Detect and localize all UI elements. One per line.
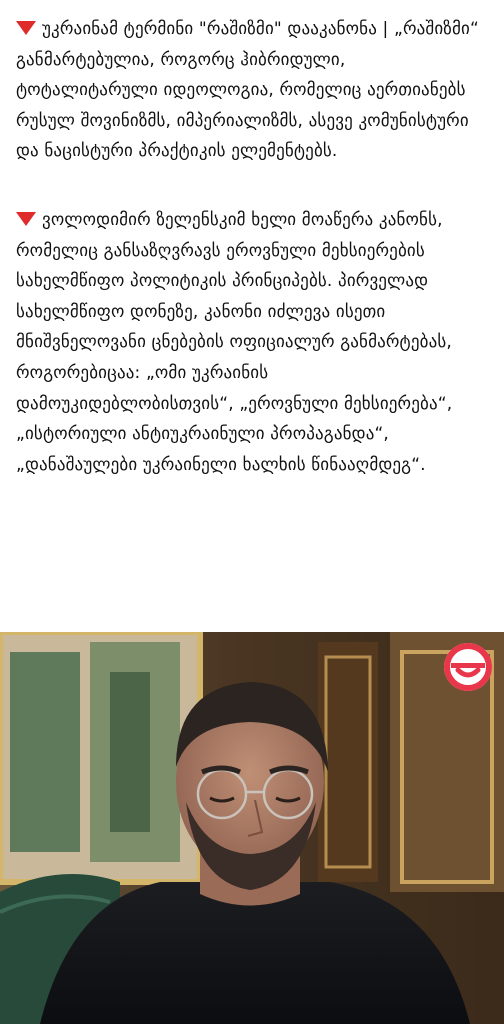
paragraph-text-2: ვოლოდიმირ ზელენსკიმ ხელი მოაწერა კანონს,…: [16, 209, 453, 475]
post-paragraph-1: უკრაინამ ტერმინი "რაშიზმი" დააკანონა | „…: [16, 14, 490, 167]
red-triangle-down-icon: [16, 211, 36, 226]
red-triangle-down-icon: [16, 21, 36, 35]
smile-logo-icon: [444, 643, 492, 691]
post-paragraph-2: ვოლოდიმირ ზელენსკიმ ხელი მოაწერა კანონს,…: [16, 205, 490, 480]
post-text: უკრაინამ ტერმინი "რაშიზმი" დააკანონა | „…: [0, 0, 504, 632]
post-photo[interactable]: [0, 632, 504, 1024]
paragraph-text-1: უკრაინამ ტერმინი "რაშიზმი" დააკანონა | „…: [16, 19, 479, 162]
photo-illustration: [0, 632, 504, 1024]
